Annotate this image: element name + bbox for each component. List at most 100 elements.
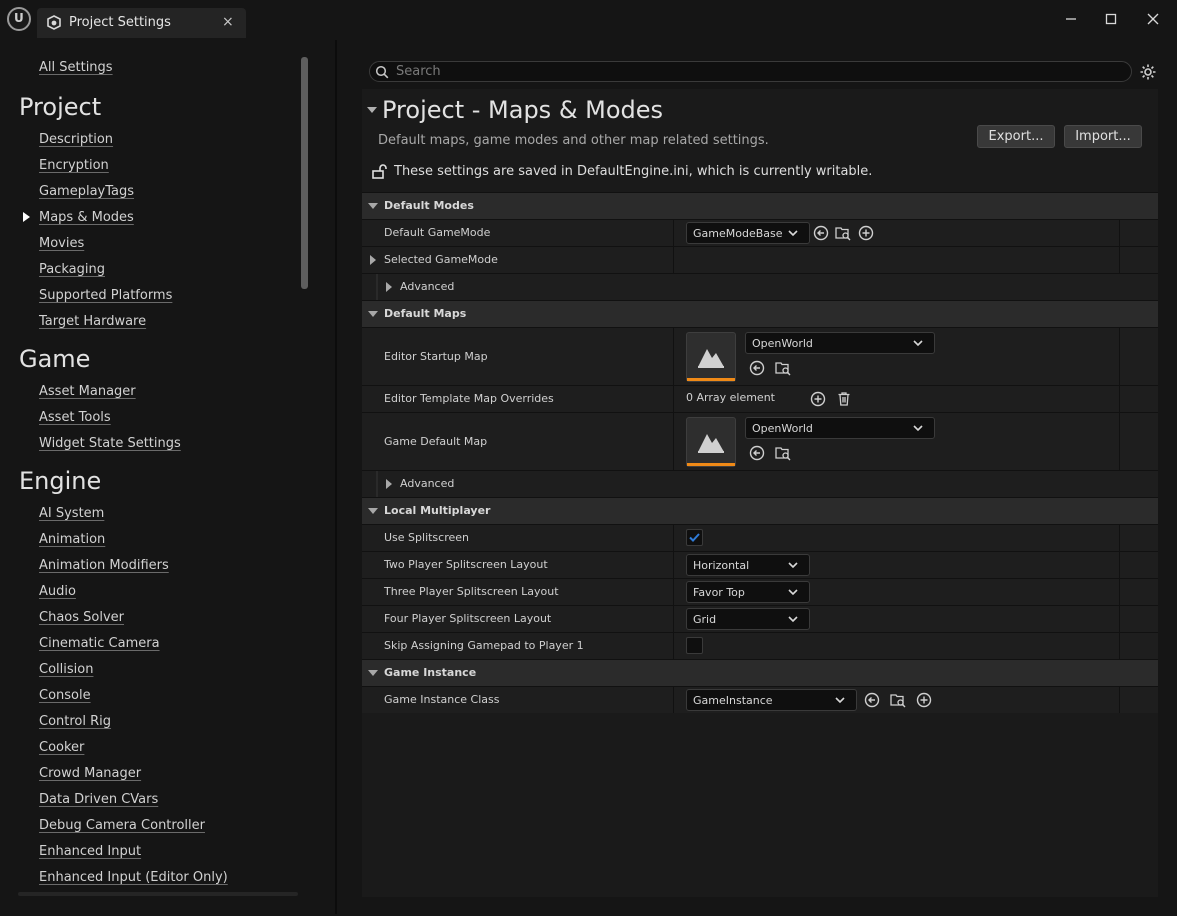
- category-game-instance[interactable]: Game Instance: [362, 659, 1158, 686]
- sidebar-item-console[interactable]: Console: [39, 688, 91, 703]
- sidebar-item-target-hardware[interactable]: Target Hardware: [39, 314, 146, 329]
- property-label: Editor Template Map Overrides: [384, 392, 554, 405]
- chevron-down-icon: [788, 589, 798, 596]
- sidebar-item-crowd-manager[interactable]: Crowd Manager: [39, 766, 141, 781]
- chevron-down-icon: [835, 697, 845, 704]
- category-label: Default Maps: [384, 307, 467, 320]
- sidebar-item-gameplaytags[interactable]: GameplayTags: [39, 184, 134, 199]
- chevron-down-icon: [788, 230, 798, 237]
- advanced-row-default-modes[interactable]: Advanced: [362, 273, 1158, 300]
- project-settings-tab[interactable]: Project Settings ×: [37, 8, 246, 38]
- two-player-layout-combo[interactable]: Horizontal: [686, 554, 810, 576]
- section-collapse-icon[interactable]: [367, 107, 377, 113]
- unlocked-icon: [372, 164, 387, 179]
- checkmark-icon: [689, 533, 700, 542]
- sidebar-item-maps-modes[interactable]: Maps & Modes: [39, 210, 134, 225]
- combo-value: GameModeBase: [693, 227, 783, 240]
- sidebar-item-control-rig[interactable]: Control Rig: [39, 714, 111, 729]
- category-label: Default Modes: [384, 199, 474, 212]
- export-button[interactable]: Export...: [977, 125, 1055, 148]
- game-default-map-combo[interactable]: OpenWorld: [745, 417, 935, 439]
- sidebar-item-encryption[interactable]: Encryption: [39, 158, 109, 173]
- sidebar-item-animation[interactable]: Animation: [39, 532, 105, 547]
- minimize-icon: [1066, 18, 1076, 20]
- sidebar-item-audio[interactable]: Audio: [39, 584, 76, 599]
- sidebar-heading-engine: Engine: [19, 467, 102, 495]
- maximize-button[interactable]: [1096, 8, 1126, 32]
- browse-back-icon[interactable]: [864, 692, 880, 708]
- expand-caret-icon: [368, 670, 378, 676]
- unreal-logo-icon[interactable]: U: [7, 7, 31, 31]
- sidebar-item-cooker[interactable]: Cooker: [39, 740, 84, 755]
- category-label: Game Instance: [384, 666, 477, 679]
- maximize-icon: [1105, 13, 1117, 25]
- three-player-layout-combo[interactable]: Favor Top: [686, 581, 810, 603]
- sidebar-item-chaos-solver[interactable]: Chaos Solver: [39, 610, 124, 625]
- sidebar-item-enhanced-input-editor[interactable]: Enhanced Input (Editor Only): [39, 870, 228, 885]
- sidebar-scrollbar[interactable]: [301, 57, 308, 289]
- sidebar-item-asset-manager[interactable]: Asset Manager: [39, 384, 136, 399]
- property-label: Game Instance Class: [384, 693, 500, 706]
- map-asset-icon: [698, 349, 724, 368]
- close-window-button[interactable]: [1138, 8, 1168, 32]
- category-local-multiplayer[interactable]: Local Multiplayer: [362, 497, 1158, 524]
- add-icon[interactable]: [916, 692, 932, 708]
- sidebar-item-supported-platforms[interactable]: Supported Platforms: [39, 288, 172, 303]
- sidebar-item-enhanced-input[interactable]: Enhanced Input: [39, 844, 141, 859]
- browse-back-icon[interactable]: [749, 445, 765, 461]
- category-default-maps[interactable]: Default Maps: [362, 300, 1158, 327]
- default-gamemode-combo[interactable]: GameModeBase: [686, 222, 810, 244]
- game-instance-class-combo[interactable]: GameInstance: [686, 689, 857, 711]
- property-row-skip-gamepad: Skip Assigning Gamepad to Player 1: [362, 632, 1158, 659]
- sidebar-item-debug-camera-controller[interactable]: Debug Camera Controller: [39, 818, 205, 833]
- minimize-button[interactable]: [1056, 8, 1086, 32]
- expand-caret-icon: [368, 311, 378, 317]
- browse-back-icon[interactable]: [749, 360, 765, 376]
- all-settings-link[interactable]: All Settings: [39, 60, 113, 75]
- sidebar-item-asset-tools[interactable]: Asset Tools: [39, 410, 111, 425]
- property-label: Three Player Splitscreen Layout: [384, 585, 559, 598]
- add-icon[interactable]: [858, 225, 874, 241]
- map-thumbnail[interactable]: [686, 332, 736, 382]
- sidebar-item-ai-system[interactable]: AI System: [39, 506, 104, 521]
- find-in-browser-icon[interactable]: [775, 445, 791, 461]
- property-label: Use Splitscreen: [384, 531, 470, 544]
- chevron-down-icon: [913, 425, 923, 432]
- sidebar-item-data-driven-cvars[interactable]: Data Driven CVars: [39, 792, 158, 807]
- search-box[interactable]: [369, 61, 1132, 82]
- sidebar-item-cinematic-camera[interactable]: Cinematic Camera: [39, 636, 160, 651]
- settings-cube-icon: [47, 15, 61, 30]
- gear-icon[interactable]: [1139, 63, 1157, 81]
- sidebar-item-packaging[interactable]: Packaging: [39, 262, 105, 277]
- advanced-row-default-maps[interactable]: Advanced: [362, 470, 1158, 497]
- expand-caret-icon: [368, 203, 378, 209]
- map-asset-icon: [698, 434, 724, 453]
- trash-icon[interactable]: [836, 391, 852, 407]
- search-input[interactable]: [396, 63, 1096, 80]
- add-element-icon[interactable]: [810, 391, 826, 407]
- map-thumbnail[interactable]: [686, 417, 736, 467]
- sidebar-item-collision[interactable]: Collision: [39, 662, 93, 677]
- sidebar-horizontal-scrollbar[interactable]: [18, 892, 298, 896]
- config-save-note: These settings are saved in DefaultEngin…: [394, 164, 873, 179]
- sidebar-item-movies[interactable]: Movies: [39, 236, 84, 251]
- category-default-modes[interactable]: Default Modes: [362, 192, 1158, 219]
- close-tab-icon[interactable]: ×: [222, 14, 234, 30]
- property-row-selected-gamemode[interactable]: Selected GameMode: [362, 246, 1158, 273]
- browse-back-icon[interactable]: [813, 225, 829, 241]
- property-label: Selected GameMode: [384, 253, 498, 266]
- selected-arrow-icon: [23, 212, 30, 222]
- find-in-browser-icon[interactable]: [835, 225, 851, 241]
- expand-caret-icon: [368, 508, 378, 514]
- tab-title: Project Settings: [69, 15, 171, 30]
- sidebar-item-animation-modifiers[interactable]: Animation Modifiers: [39, 558, 169, 573]
- sidebar-item-description[interactable]: Description: [39, 132, 113, 147]
- four-player-layout-combo[interactable]: Grid: [686, 608, 810, 630]
- use-splitscreen-checkbox[interactable]: [686, 529, 703, 546]
- import-button[interactable]: Import...: [1064, 125, 1142, 148]
- sidebar-item-widget-state-settings[interactable]: Widget State Settings: [39, 436, 181, 451]
- find-in-browser-icon[interactable]: [890, 692, 906, 708]
- find-in-browser-icon[interactable]: [775, 360, 791, 376]
- skip-gamepad-checkbox[interactable]: [686, 637, 703, 654]
- editor-startup-map-combo[interactable]: OpenWorld: [745, 332, 935, 354]
